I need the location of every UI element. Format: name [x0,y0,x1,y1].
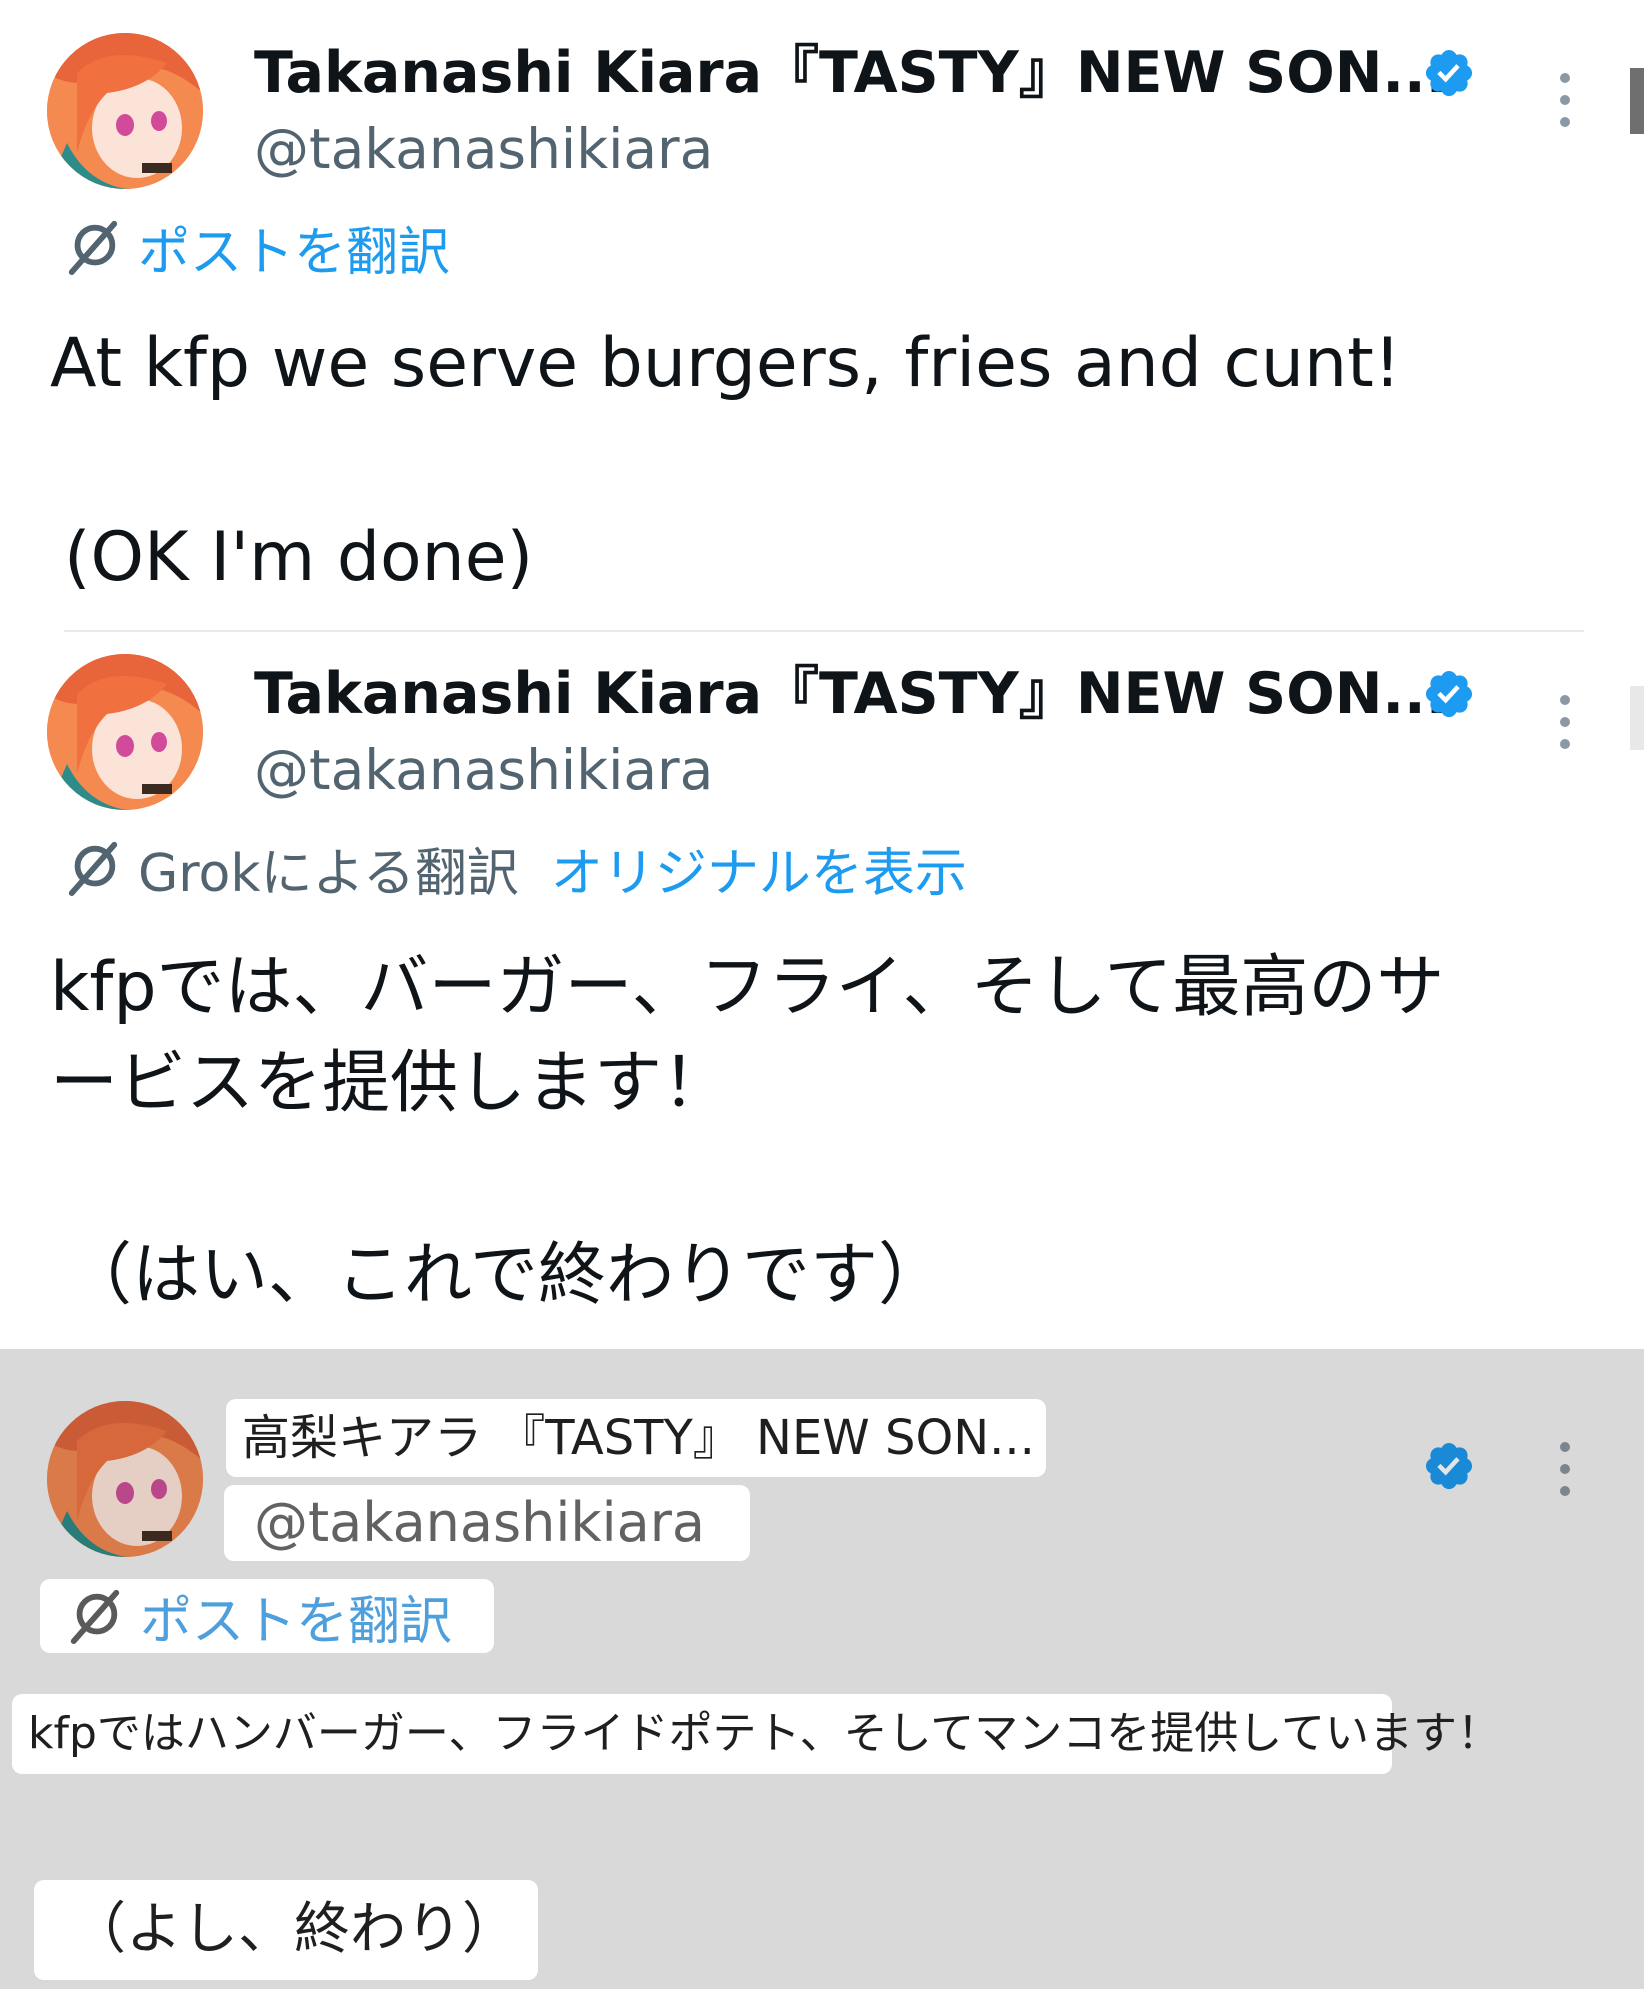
more-options-icon[interactable] [1553,70,1577,130]
translate-row[interactable]: ポストを翻訳 [40,1579,494,1653]
divider [64,630,1584,632]
post-text-line: At kfp we serve burgers, fries and cunt! [50,324,1402,403]
post-text-line: （よし、終わり） [34,1880,538,1980]
avatar-image [47,1401,203,1557]
display-name[interactable]: Takanashi Kiara『TASTY』NEW SON... [254,659,1447,729]
original-post: Takanashi Kiara『TASTY』NEW SON... @takana… [0,0,1644,630]
handle[interactable]: @takanashikiara [224,1485,750,1561]
translation-info-row: Grokによる翻訳 オリジナルを表示 [64,836,967,904]
show-original-link[interactable]: オリジナルを表示 [551,831,967,906]
post-text-line: kfpではハンバーガー、フライドポテト、そしてマンコを提供しています！ [12,1694,1501,1774]
translated-by-label: Grokによる翻訳 [138,843,519,904]
post-text-line: (OK I'm done) [64,518,534,597]
translate-icon [68,220,118,276]
post-text-line: （はい、これで終わりです） [64,1236,946,1315]
translated-post-grok: Takanashi Kiara『TASTY』NEW SON... @takana… [0,630,1644,1349]
verified-badge-icon [1425,1442,1473,1490]
display-name[interactable]: 高梨キアラ 『TASTY』 NEW SON... [226,1399,1046,1477]
translate-post-link[interactable]: ポストを翻訳 [140,1579,452,1654]
avatar-image [47,654,203,810]
google-translated-post: 高梨キアラ 『TASTY』 NEW SON... @takanashikiara… [0,1349,1644,1989]
scrollbar[interactable] [1630,68,1644,134]
post-text-line: kfpでは、バーガー、フライ、そして最高のサ [50,948,1445,1027]
translate-icon [68,841,118,897]
display-name[interactable]: Takanashi Kiara『TASTY』NEW SON... [254,38,1447,108]
more-options-icon[interactable] [1553,692,1577,752]
avatar[interactable] [47,1401,203,1557]
translate-row[interactable]: ポストを翻訳 [64,215,450,283]
more-options-icon[interactable] [1553,1439,1577,1499]
avatar-image [47,33,203,189]
translate-icon [70,1589,120,1645]
scrollbar[interactable] [1630,686,1644,750]
handle[interactable]: @takanashikiara [254,116,713,182]
verified-badge-icon [1425,670,1473,718]
avatar[interactable] [47,33,203,189]
translate-post-link[interactable]: ポストを翻訳 [138,210,450,285]
handle[interactable]: @takanashikiara [254,737,713,803]
verified-badge-icon [1425,49,1473,97]
post-text-line: ービスを提供します！ [50,1044,731,1123]
avatar[interactable] [47,654,203,810]
